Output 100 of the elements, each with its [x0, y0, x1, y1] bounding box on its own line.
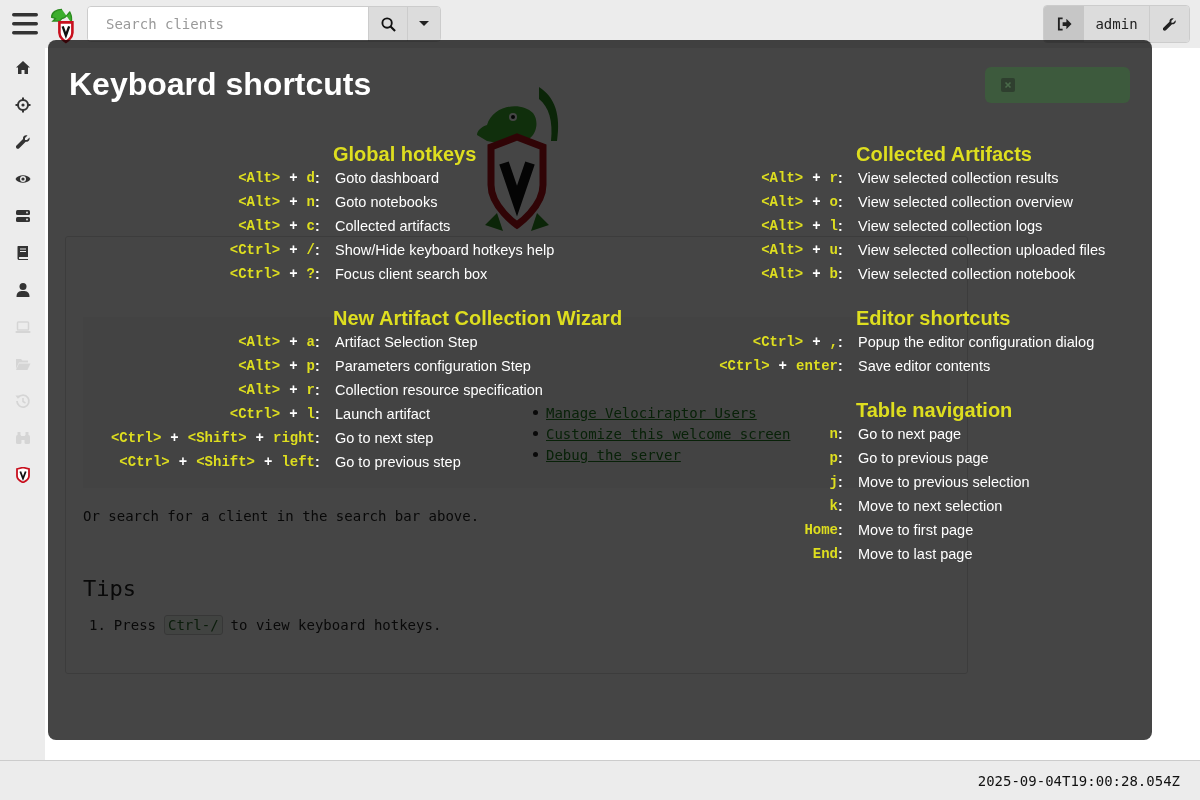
home-icon[interactable] — [14, 60, 31, 76]
colon-separator: : — [315, 266, 320, 282]
shortcut-key: <Alt> — [238, 194, 281, 210]
shortcut-description: Move to last page — [857, 546, 973, 562]
shortcut-key: / — [306, 242, 315, 258]
colon-separator: : — [315, 430, 320, 446]
user-icon[interactable] — [14, 282, 31, 298]
welcome-link[interactable]: Debug the server — [546, 446, 681, 463]
tips-heading: Tips — [83, 576, 137, 601]
close-icon — [1001, 78, 1015, 92]
colon-separator: : — [838, 474, 843, 490]
shortcut-key: Home — [804, 522, 838, 538]
shortcut-description: Collection resource specification — [334, 382, 543, 398]
colon-separator: : — [315, 406, 320, 422]
colon-separator: : — [838, 426, 843, 442]
welcome-link[interactable]: Customize this welcome screen — [546, 425, 791, 442]
logout-icon — [1056, 17, 1072, 31]
wrench-icon — [1162, 16, 1177, 32]
timestamp: 2025-09-04T19:00:28.054Z — [977, 772, 1180, 789]
shortcut-description: Move to previous selection — [857, 474, 1030, 490]
section-heading: Global hotkeys — [333, 141, 478, 167]
shortcut-key: c — [306, 218, 315, 234]
section-heading: Editor shortcuts — [856, 305, 1012, 331]
welcome-link[interactable]: Manage Velociraptor Users — [546, 404, 757, 421]
shortcut-description: Show/Hide keyboard hotkeys help — [334, 242, 555, 258]
plus-sign: + — [264, 454, 273, 470]
plus-sign: + — [289, 266, 298, 282]
plus-sign: + — [812, 194, 821, 210]
shortcut-key: <Shift> — [196, 454, 255, 470]
shortcut-key: <Ctrl> — [752, 334, 804, 350]
tip-text: to view keyboard hotkeys. — [230, 617, 442, 633]
shortcut-description: Go to previous page — [857, 450, 989, 466]
colon-separator: : — [315, 358, 320, 374]
plus-sign: + — [178, 454, 188, 470]
colon-separator: : — [315, 194, 320, 210]
server-icon[interactable] — [14, 208, 31, 224]
shortcut-key: <Alt> — [238, 334, 281, 350]
shortcut-description: View selected collection overview — [857, 194, 1073, 210]
shortcut-key: l — [829, 218, 838, 234]
shortcut-key: <Alt> — [238, 170, 281, 186]
shortcut-key: <Alt> — [238, 358, 281, 374]
shortcut-key: k — [829, 498, 838, 514]
section-heading: Collected Artifacts — [856, 141, 1033, 167]
shortcut-description: View selected collection uploaded files — [857, 242, 1106, 258]
wrench-icon[interactable] — [14, 134, 31, 150]
dialog-title: Keyboard shortcuts — [69, 66, 372, 103]
shortcut-key: <Alt> — [238, 218, 281, 234]
colon-separator: : — [838, 334, 843, 350]
colon-separator: : — [838, 218, 843, 234]
shortcut-key: o — [829, 194, 838, 210]
plus-sign: + — [289, 334, 298, 350]
colon-separator: : — [838, 450, 843, 466]
plus-sign: + — [289, 194, 298, 210]
colon-separator: : — [315, 454, 320, 470]
shortcut-key: , — [829, 334, 838, 350]
shortcut-description: Go to next step — [334, 430, 434, 446]
settings-button[interactable] — [1150, 6, 1189, 42]
crosshair-icon[interactable] — [14, 97, 31, 113]
shortcut-description: View selected collection results — [857, 170, 1059, 186]
colon-separator: : — [315, 334, 320, 350]
shortcut-key: a — [306, 334, 315, 350]
plus-sign: + — [812, 242, 821, 258]
shortcut-description: Launch artifact — [334, 406, 431, 422]
shortcut-description: Artifact Selection Step — [334, 334, 478, 350]
menu-icon[interactable] — [12, 12, 38, 36]
list-number: 1. — [89, 617, 106, 633]
shortcut-key: b — [829, 266, 838, 282]
shortcut-key: <Alt> — [761, 194, 804, 210]
user-button[interactable]: admin — [1084, 6, 1150, 42]
plus-sign: + — [255, 430, 264, 446]
plus-sign: + — [170, 430, 179, 446]
shortcut-key: right — [273, 430, 315, 446]
shortcut-description: Save editor contents — [857, 358, 991, 374]
section-heading: Table navigation — [856, 397, 1014, 423]
plus-sign: + — [289, 382, 298, 398]
plus-sign: + — [812, 218, 821, 234]
logout-button[interactable] — [1044, 6, 1084, 42]
shortcut-key: n — [829, 426, 838, 442]
plus-sign: + — [289, 406, 298, 422]
shortcut-description: Move to next selection — [857, 498, 1003, 514]
shortcut-description: Collected artifacts — [334, 218, 451, 234]
shortcut-description: View selected collection logs — [857, 218, 1043, 234]
colon-separator: : — [838, 194, 843, 210]
welcome-text: Or search for a client in the search bar above. — [83, 508, 481, 524]
shortcut-key: r — [829, 170, 838, 186]
shortcut-description: Popup the editor configuration dialog — [857, 334, 1095, 350]
plus-sign: + — [289, 242, 298, 258]
shortcut-description: Go to next page — [857, 426, 962, 442]
colon-separator: : — [315, 218, 320, 234]
shortcut-key: <Ctrl> — [119, 454, 170, 470]
shortcut-description: Goto dashboard — [334, 170, 439, 186]
shortcut-key: p — [306, 358, 315, 374]
tip-text: Press — [113, 617, 156, 633]
plus-sign: + — [289, 218, 298, 234]
shortcut-key: <Ctrl> — [229, 406, 281, 422]
shortcut-key: n — [306, 194, 315, 210]
colon-separator: : — [838, 498, 843, 514]
shield-logo-icon[interactable] — [14, 467, 31, 483]
plus-sign: + — [289, 170, 298, 186]
shortcut-key: u — [829, 242, 838, 258]
